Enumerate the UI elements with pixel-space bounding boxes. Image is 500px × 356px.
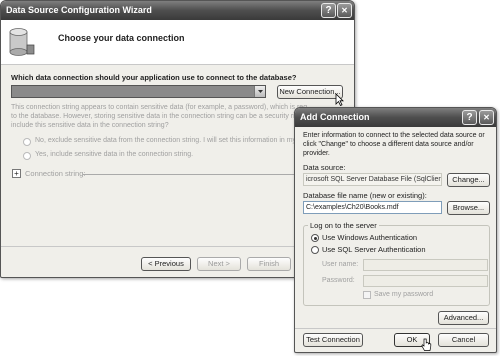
sensitive-data-text-2: to the database. However, storing sensit… [11,113,304,120]
dialog-intro-2: click "Change" to choose a different dat… [303,141,474,148]
database-icon [9,27,35,57]
wizard-header: Choose your data connection [1,20,354,65]
connection-string-label: Connection string: [25,169,86,178]
dialog-close-button[interactable]: ✕ [479,110,494,125]
radio-sql-auth[interactable] [311,246,319,254]
connection-dropdown[interactable] [11,85,266,98]
save-password-checkbox[interactable] [363,291,371,299]
logon-group-title: Log on to the server [308,221,379,230]
radio-windows-auth[interactable] [311,234,319,242]
mouse-cursor-icon [335,93,344,108]
wizard-titlebar[interactable]: Data Source Configuration Wizard ? ✕ [1,1,354,20]
chevron-down-icon[interactable] [254,86,265,97]
dialog-help-button[interactable]: ? [462,110,477,125]
db-file-input[interactable]: C:\examples\Ch20\Books.mdf [303,201,442,214]
next-button[interactable]: Next > [197,257,241,271]
connection-string-divider [83,174,301,175]
radio-exclude-sensitive[interactable] [23,138,31,146]
connection-question: Which data connection should your applic… [11,73,297,82]
dialog-intro-1: Enter information to connect to the sele… [303,132,485,139]
dialog-footer-divider [295,328,496,329]
cancel-button[interactable]: Cancel [438,333,489,347]
radio-include-label: Yes, include sensitive data in the conne… [35,151,194,158]
password-label: Password: [322,277,355,284]
db-file-label: Database file name (new or existing): [303,191,427,200]
save-password-label: Save my password [374,291,434,298]
pointer-hand-icon [421,338,432,352]
wizard-title: Data Source Configuration Wizard [6,5,152,15]
change-button[interactable]: Change... [447,173,490,187]
radio-windows-label: Use Windows Authentication [322,233,418,242]
previous-button[interactable]: < Previous [141,257,191,271]
radio-include-sensitive[interactable] [23,152,31,160]
browse-button[interactable]: Browse... [447,201,490,215]
wizard-close-button[interactable]: ✕ [337,3,352,18]
password-input[interactable] [363,275,488,287]
data-source-field: icrosoft SQL Server Database File (SqlCl… [303,173,442,186]
advanced-button[interactable]: Advanced... [438,311,489,325]
wizard-header-title: Choose your data connection [58,33,185,43]
dialog-intro-3: provider. [303,150,330,157]
data-source-label: Data source: [303,163,346,172]
user-name-label: User name: [322,261,359,268]
radio-sql-label: Use SQL Server Authentication [322,245,426,254]
new-connection-button[interactable]: New Connection... [277,85,343,99]
finish-button[interactable]: Finish [247,257,291,271]
expand-connection-string-button[interactable]: + [12,169,21,178]
sensitive-data-text-1: This connection string appears to contai… [11,104,308,111]
dialog-titlebar[interactable]: Add Connection ? ✕ [295,108,496,127]
wizard-help-button[interactable]: ? [321,3,336,18]
radio-exclude-label: No, exclude sensitive data from the conn… [35,137,306,144]
dialog-title: Add Connection [300,112,370,122]
test-connection-button[interactable]: Test Connection [303,333,363,347]
add-connection-dialog: Add Connection ? ✕ Enter information to … [294,107,497,353]
user-name-input[interactable] [363,259,488,271]
sensitive-data-text-3: include this sensitive data in the conne… [11,122,169,129]
